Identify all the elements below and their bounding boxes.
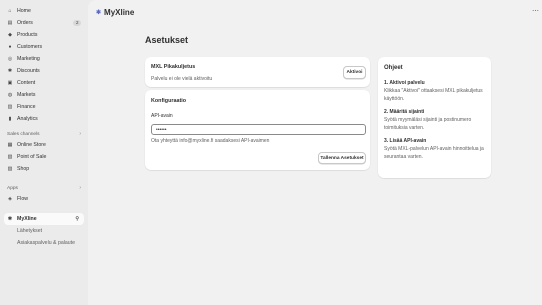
chevron-right-icon: › xyxy=(79,131,81,137)
sidebar-item-label: Marketing xyxy=(17,56,40,62)
app-name: MyXline xyxy=(104,7,135,17)
sidebar-item-label: Analytics xyxy=(17,116,38,122)
guide-step-text: Syötä myymäläsi sijainti ja postinumero … xyxy=(384,117,472,131)
sidebar-item-label: Products xyxy=(17,32,38,38)
inbox-icon: ▤ xyxy=(7,20,13,26)
mxl-card-title: MXL Pikakuljetus xyxy=(151,64,196,70)
chart-icon: ▮ xyxy=(8,116,12,122)
save-settings-button[interactable]: Tallenna Asetukset xyxy=(318,152,366,164)
sidebar-subitem-label: Lähetykset xyxy=(17,228,43,234)
sidebar-item-products[interactable]: ◆ Products xyxy=(0,29,88,41)
home-icon: ⌂ xyxy=(8,8,12,14)
tag-icon: ◆ xyxy=(8,32,12,38)
content-icon: ▣ xyxy=(7,80,13,86)
apps-header[interactable]: Apps › xyxy=(0,183,88,193)
mxl-status-text: Palvelu ei ole vielä aktivoitu xyxy=(151,76,213,82)
guide-step-text: Klikkaa "Aktivoi" ottaaksesi MXL pikakul… xyxy=(384,88,483,102)
sidebar-item-analytics[interactable]: ▮ Analytics xyxy=(0,113,88,125)
sidebar-item-label: MyXline xyxy=(17,216,37,222)
guide-step-title: 1. Aktivoi palvelu xyxy=(384,80,425,86)
sidebar-item-content[interactable]: ▣ Content xyxy=(0,77,88,89)
discount-icon: ✱ xyxy=(7,68,13,74)
app-icon: ✱ xyxy=(7,216,13,222)
activate-button[interactable]: Aktivoi xyxy=(343,66,366,79)
chevron-right-icon: › xyxy=(79,185,81,191)
guide-step-title: 2. Määritä sijainti xyxy=(384,109,425,115)
sidebar-subitem-shipments[interactable]: Lähetykset xyxy=(0,225,88,237)
apps-label: Apps xyxy=(7,185,18,191)
finance-icon: ▥ xyxy=(7,104,13,110)
guide-card: Ohjeet 1. Aktivoi palvelu Klikkaa "Aktiv… xyxy=(378,57,491,178)
api-key-label: API-avain xyxy=(151,113,173,119)
globe-icon: ◍ xyxy=(7,92,13,98)
sidebar: ⌂ Home ▤ Orders 2 ◆ Products ● Customers… xyxy=(0,0,88,305)
sidebar-item-shop[interactable]: ▨ Shop xyxy=(0,163,88,175)
sidebar-item-online-store[interactable]: ▦ Online Store xyxy=(0,139,88,151)
guide-title: Ohjeet xyxy=(384,65,403,71)
pin-icon[interactable]: ⚲ xyxy=(75,216,79,222)
sidebar-item-label: Finance xyxy=(17,104,36,110)
sidebar-item-label: Orders xyxy=(17,20,33,26)
orders-count-badge: 2 xyxy=(73,19,81,26)
sidebar-item-finance[interactable]: ▥ Finance xyxy=(0,101,88,113)
sidebar-item-home[interactable]: ⌂ Home xyxy=(0,5,88,17)
sidebar-item-markets[interactable]: ◍ Markets xyxy=(0,89,88,101)
sidebar-item-marketing[interactable]: ◎ Marketing xyxy=(0,53,88,65)
api-key-help-text: Ota yhteyttä info@myxline.fi saadaksesi … xyxy=(151,138,270,144)
guide-step-text: Syötä MXL-palvelun API-avain hinnoittelu… xyxy=(384,146,484,160)
config-card: Konfiguraatio API-avain •••••• Ota yhtey… xyxy=(145,90,370,170)
sidebar-item-label: Home xyxy=(17,8,31,14)
more-actions-icon[interactable]: ⋯ xyxy=(532,7,539,15)
sidebar-item-orders[interactable]: ▤ Orders 2 xyxy=(0,17,88,29)
sidebar-item-label: Online Store xyxy=(17,142,46,148)
app-logo-icon: ✱ xyxy=(96,9,102,16)
person-icon: ● xyxy=(8,44,12,50)
sidebar-item-myxline[interactable]: ✱ MyXline ⚲ xyxy=(4,213,84,225)
flow-icon: ◈ xyxy=(8,196,12,202)
sidebar-item-label: Content xyxy=(17,80,36,86)
mxl-service-card: MXL Pikakuljetus Palvelu ei ole vielä ak… xyxy=(145,57,370,87)
sidebar-item-label: Discounts xyxy=(17,68,40,74)
shop-icon: ▨ xyxy=(7,166,13,172)
pos-icon: ▧ xyxy=(7,154,13,160)
sidebar-item-label: Shop xyxy=(17,166,30,172)
sidebar-item-label: Flow xyxy=(17,196,28,202)
target-icon: ◎ xyxy=(7,56,13,62)
sales-channels-label: Sales channels xyxy=(7,131,40,137)
sidebar-item-discounts[interactable]: ✱ Discounts xyxy=(0,65,88,77)
config-card-title: Konfiguraatio xyxy=(151,98,187,104)
sidebar-item-label: Point of Sale xyxy=(17,154,47,160)
sidebar-subitem-customer-service[interactable]: Asiakaspalvelu & palaute xyxy=(0,237,88,249)
app-header: ✱ MyXline xyxy=(96,6,134,18)
store-icon: ▦ xyxy=(7,142,13,148)
guide-step-title: 3. Lisää API-avain xyxy=(384,138,427,144)
page-title: Asetukset xyxy=(145,35,189,45)
sidebar-item-point-of-sale[interactable]: ▧ Point of Sale xyxy=(0,151,88,163)
sidebar-item-label: Markets xyxy=(17,92,36,98)
sidebar-item-label: Customers xyxy=(17,44,43,50)
sidebar-item-customers[interactable]: ● Customers xyxy=(0,41,88,53)
sales-channels-header[interactable]: Sales channels › xyxy=(0,129,88,139)
sidebar-item-flow[interactable]: ◈ Flow xyxy=(0,193,88,205)
api-key-input[interactable]: •••••• xyxy=(151,124,366,135)
sidebar-subitem-label: Asiakaspalvelu & palaute xyxy=(17,240,75,246)
